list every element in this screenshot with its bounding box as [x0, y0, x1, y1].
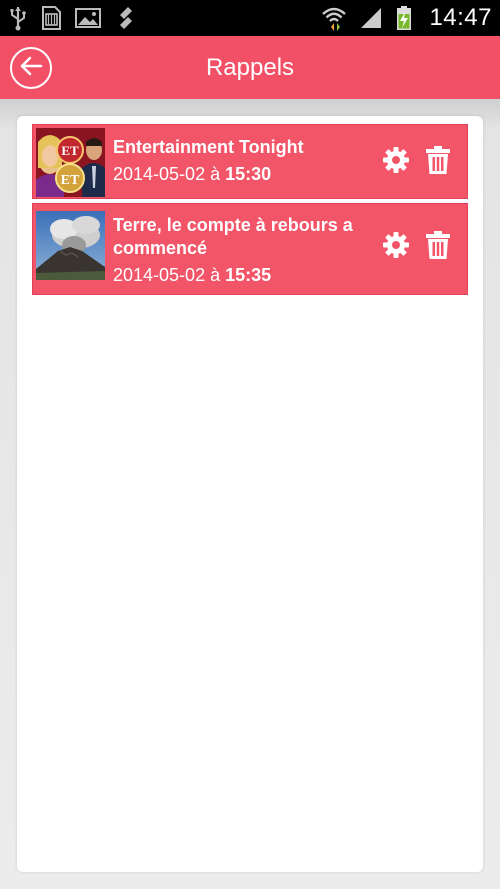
- reminder-title: Terre, le compte à rebours a commencé: [113, 215, 353, 258]
- status-clock: 14:47: [429, 4, 492, 31]
- reminder-separator: à: [205, 164, 226, 184]
- reminder-item[interactable]: ET ET Entertainment Tonight 2014-05-02 à…: [32, 124, 468, 199]
- reminder-item[interactable]: Terre, le compte à rebours a commencé 20…: [32, 203, 468, 295]
- svg-text:ET: ET: [61, 143, 79, 158]
- reminder-date: 2014-05-02: [113, 164, 206, 184]
- sync-icon: [114, 5, 138, 31]
- svg-text:ET: ET: [61, 173, 80, 188]
- sd-card-icon: [40, 5, 62, 31]
- reminder-date: 2014-05-02: [113, 265, 206, 285]
- settings-button[interactable]: [381, 232, 411, 262]
- signal-icon: [359, 6, 383, 30]
- delete-button[interactable]: [423, 230, 453, 264]
- reminder-datetime: 2014-05-02 à 15:30: [113, 162, 357, 186]
- reminder-datetime: 2014-05-02 à 15:35: [113, 263, 357, 287]
- reminder-title: Entertainment Tonight: [113, 137, 304, 157]
- reminder-actions: [381, 230, 453, 264]
- usb-icon: [8, 5, 28, 31]
- app-header: Rappels: [0, 36, 500, 99]
- page-title: Rappels: [205, 53, 295, 81]
- wifi-icon: [321, 5, 347, 31]
- status-system: 14:47: [321, 4, 492, 32]
- back-button[interactable]: [10, 47, 52, 89]
- status-bar: 14:47: [0, 0, 500, 36]
- trash-icon: [425, 145, 451, 179]
- status-notifications: [8, 5, 138, 31]
- entertainment-tonight-thumbnail: ET ET: [36, 128, 105, 197]
- trash-icon: [425, 230, 451, 264]
- reminder-time: 15:30: [225, 164, 272, 184]
- reminder-actions: [381, 145, 453, 179]
- battery-charging-icon: [395, 5, 413, 31]
- delete-button[interactable]: [423, 145, 453, 179]
- image-icon: [74, 6, 102, 30]
- settings-button[interactable]: [381, 147, 411, 177]
- gear-icon: [382, 231, 410, 263]
- volcano-thumbnail: [36, 211, 105, 280]
- gear-icon: [382, 146, 410, 178]
- reminder-info: Entertainment Tonight 2014-05-02 à 15:30: [113, 136, 357, 186]
- reminder-info: Terre, le compte à rebours a commencé 20…: [113, 214, 357, 287]
- arrow-left-icon: [19, 55, 43, 81]
- reminder-separator: à: [205, 265, 226, 285]
- reminder-time: 15:35: [225, 265, 272, 285]
